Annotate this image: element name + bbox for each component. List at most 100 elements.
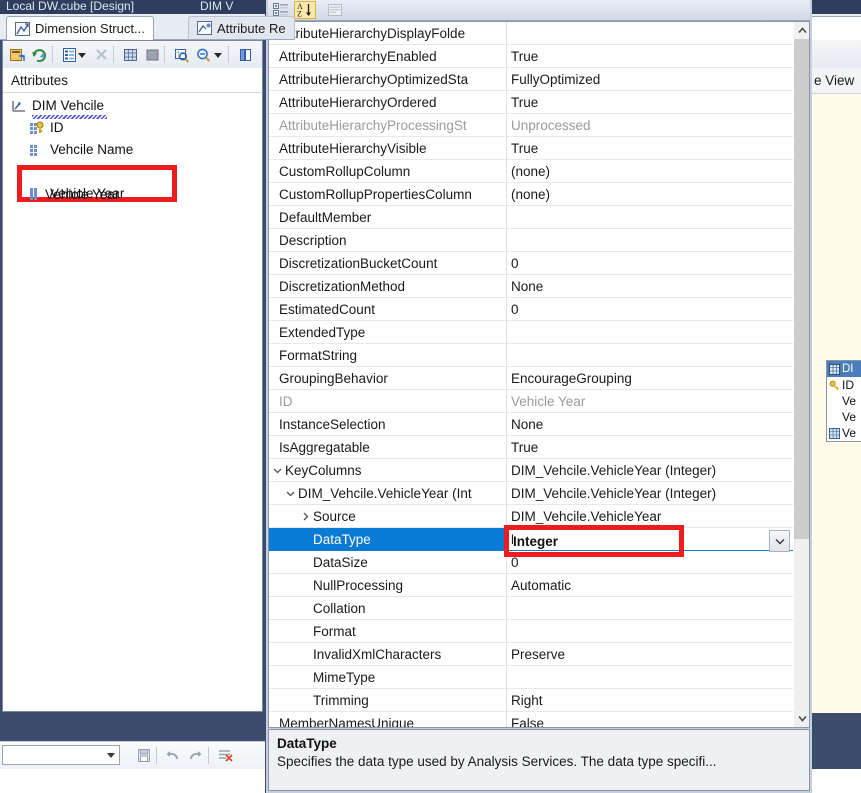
save-icon[interactable] bbox=[134, 746, 154, 765]
property-value[interactable]: None bbox=[507, 275, 793, 297]
property-name: DiscretizationMethod bbox=[269, 275, 506, 297]
property-value[interactable]: FullyOptimized bbox=[507, 68, 793, 90]
object-combo-box[interactable] bbox=[2, 745, 120, 765]
dsv-column-row[interactable]: Ve bbox=[827, 393, 861, 409]
toolbar-separator bbox=[156, 747, 157, 764]
property-row[interactable]: Description bbox=[269, 229, 793, 252]
scroll-up-arrow-icon[interactable] bbox=[794, 22, 810, 39]
property-value[interactable]: None bbox=[507, 413, 793, 435]
property-row[interactable]: IsAggregatableTrue bbox=[269, 436, 793, 459]
refresh-icon[interactable] bbox=[29, 45, 49, 64]
dsv-active-tab[interactable] bbox=[812, 16, 861, 40]
scroll-down-arrow-icon[interactable] bbox=[794, 710, 810, 727]
dsv-diagram-canvas[interactable]: DI ID Ve Ve bbox=[812, 94, 861, 713]
property-value[interactable] bbox=[507, 666, 793, 688]
property-row[interactable]: AttributeHierarchyProcessingStUnprocesse… bbox=[269, 114, 793, 137]
datatype-dropdown-button[interactable] bbox=[769, 530, 790, 552]
property-name: AttributeHierarchyEnabled bbox=[269, 45, 506, 67]
redo-icon[interactable] bbox=[185, 746, 205, 765]
property-row[interactable]: DiscretizationMethodNone bbox=[269, 275, 793, 298]
property-row[interactable]: AttributeHierarchyVisibleTrue bbox=[269, 137, 793, 160]
property-row[interactable]: CustomRollupPropertiesColumn(none) bbox=[269, 183, 793, 206]
tree-node-dimension[interactable]: DIM Vehcile bbox=[11, 98, 104, 113]
fill-icon[interactable] bbox=[142, 45, 162, 64]
property-value[interactable]: False bbox=[507, 712, 793, 727]
dsv-window-sliver: e View DI bbox=[812, 0, 861, 793]
property-value[interactable]: Automatic bbox=[507, 574, 793, 596]
property-row[interactable]: DefaultMember bbox=[269, 206, 793, 229]
dsv-column-row[interactable]: Ve bbox=[827, 425, 861, 441]
zoom-to-fit-icon[interactable] bbox=[171, 45, 191, 64]
property-value[interactable] bbox=[507, 597, 793, 619]
property-row[interactable]: InstanceSelectionNone bbox=[269, 413, 793, 436]
property-value[interactable]: 0 bbox=[507, 252, 793, 274]
properties-icon[interactable] bbox=[235, 45, 255, 64]
property-row[interactable]: MemberNamesUniqueFalse bbox=[269, 712, 793, 727]
scrollbar-thumb[interactable] bbox=[794, 39, 810, 539]
dsv-column-row[interactable]: ID bbox=[827, 377, 861, 393]
zoom-dropdown-arrow-icon[interactable] bbox=[213, 45, 223, 64]
properties-scrollbar[interactable] bbox=[794, 22, 810, 727]
tab-dimension-structure[interactable]: Dimension Struct... bbox=[6, 16, 154, 40]
property-row[interactable]: NullProcessingAutomatic bbox=[269, 574, 793, 597]
property-value[interactable]: True bbox=[507, 137, 793, 159]
property-value[interactable] bbox=[507, 22, 793, 44]
undo-icon[interactable] bbox=[163, 746, 183, 765]
property-value[interactable] bbox=[507, 229, 793, 251]
property-row[interactable]: EstimatedCount0 bbox=[269, 298, 793, 321]
chevron-down-icon[interactable] bbox=[107, 753, 115, 758]
tree-node-vehicle-name[interactable]: Vehcile Name bbox=[29, 142, 133, 157]
property-row-id[interactable]: IDVehicle Year bbox=[269, 390, 793, 413]
alphabetical-sort-button[interactable]: A Z bbox=[294, 1, 316, 19]
datatype-value-overlay[interactable]: Integer bbox=[513, 533, 564, 549]
property-row[interactable]: TrimmingRight bbox=[269, 689, 793, 712]
tab-attribute-relationships[interactable]: Attribute Re bbox=[188, 16, 295, 40]
property-value[interactable] bbox=[507, 321, 793, 343]
property-row[interactable]: Collation bbox=[269, 597, 793, 620]
secondary-document-tab[interactable]: DIM V bbox=[196, 0, 266, 14]
property-row[interactable]: GroupingBehaviorEncourageGrouping bbox=[269, 367, 793, 390]
property-value[interactable]: DIM_Vehcile.VehicleYear (Integer) bbox=[507, 482, 793, 504]
dsv-column-row[interactable]: Ve bbox=[827, 409, 861, 425]
property-value[interactable] bbox=[507, 620, 793, 642]
clear-icon[interactable] bbox=[215, 746, 235, 765]
property-value[interactable]: EncourageGrouping bbox=[507, 367, 793, 389]
property-value[interactable]: DIM_Vehcile.VehicleYear (Integer) bbox=[507, 459, 793, 481]
property-row[interactable]: Format bbox=[269, 620, 793, 643]
property-row[interactable]: FormatString bbox=[269, 344, 793, 367]
property-row[interactable]: ExtendedType bbox=[269, 321, 793, 344]
property-row[interactable]: DiscretizationBucketCount0 bbox=[269, 252, 793, 275]
property-row[interactable]: AttributeHierarchyEnabledTrue bbox=[269, 45, 793, 68]
show-grid-icon[interactable] bbox=[120, 45, 140, 64]
property-row[interactable]: MimeType bbox=[269, 666, 793, 689]
attributes-tree[interactable]: DIM Vehcile ID bbox=[3, 93, 262, 711]
property-value[interactable]: True bbox=[507, 45, 793, 67]
property-value[interactable] bbox=[507, 344, 793, 366]
zoom-out-icon[interactable] bbox=[193, 45, 213, 64]
property-row[interactable]: AttributeHierarchyOrderedTrue bbox=[269, 91, 793, 114]
property-row[interactable]: AttributeHierarchyDisplayFolde bbox=[269, 22, 793, 45]
property-row[interactable]: InvalidXmlCharactersPreserve bbox=[269, 643, 793, 666]
dropdown-arrow-icon[interactable] bbox=[77, 45, 87, 64]
property-value[interactable]: True bbox=[507, 91, 793, 113]
dsv-table-node[interactable]: DI ID Ve Ve bbox=[826, 360, 861, 442]
property-row-keycolumns[interactable]: KeyColumns DIM_Vehcile.VehicleYear (Inte… bbox=[269, 459, 793, 482]
delete-icon[interactable] bbox=[91, 45, 111, 64]
property-value[interactable]: 0 bbox=[507, 298, 793, 320]
property-pages-button[interactable] bbox=[324, 1, 346, 19]
property-row-keycolumn-item[interactable]: DIM_Vehcile.VehicleYear (Int DIM_Vehcile… bbox=[269, 482, 793, 505]
properties-grid[interactable]: AttributeHierarchyDisplayFolde Attribute… bbox=[268, 21, 810, 728]
property-value[interactable]: Preserve bbox=[507, 643, 793, 665]
property-value[interactable]: True bbox=[507, 436, 793, 458]
property-value[interactable]: DIM_Vehcile.VehicleYear bbox=[507, 505, 793, 527]
property-value[interactable]: (none) bbox=[507, 183, 793, 205]
property-value[interactable]: (none) bbox=[507, 160, 793, 182]
property-row[interactable]: AttributeHierarchyOptimizedStаFullyOptim… bbox=[269, 68, 793, 91]
property-value[interactable] bbox=[507, 206, 793, 228]
tree-node-vehicle-year-overlay[interactable]: Vehicle Year bbox=[29, 186, 119, 203]
show-attributes-in-list-icon[interactable] bbox=[59, 45, 79, 64]
new-attribute-hierarchy-icon[interactable] bbox=[7, 45, 27, 64]
tree-node-id[interactable]: ID bbox=[29, 120, 64, 135]
property-row[interactable]: CustomRollupColumn(none) bbox=[269, 160, 793, 183]
property-value[interactable]: Right bbox=[507, 689, 793, 711]
